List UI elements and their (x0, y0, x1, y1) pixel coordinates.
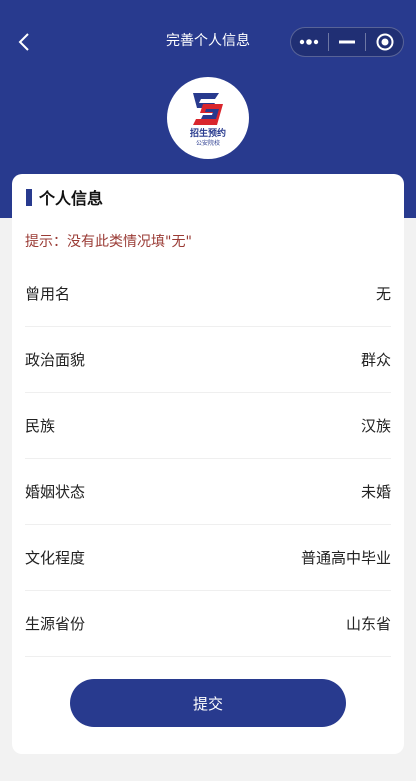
logo-mark-icon (193, 92, 223, 125)
row-political-status[interactable]: 政治面貌 群众 (25, 327, 391, 393)
row-value: 无 (375, 285, 391, 303)
info-rows: 曾用名 无 政治面貌 群众 民族 汉族 婚姻状态 未婚 文化程度 普通高中毕业 … (25, 261, 391, 657)
row-label: 婚姻状态 (25, 483, 86, 501)
row-label: 文化程度 (25, 549, 86, 567)
row-value: 普通高中毕业 (300, 549, 391, 567)
page: 完善个人信息 招生预约 公安院校 个人信息 提示：没有此类情况填"无" 曾用名 … (0, 0, 416, 781)
row-label: 曾用名 (25, 285, 71, 303)
more-dots-icon (300, 39, 319, 45)
hint-text: 提示：没有此类情况填"无" (25, 234, 192, 250)
row-value: 群众 (360, 351, 391, 369)
row-ethnicity[interactable]: 民族 汉族 (25, 393, 391, 459)
row-marital-status[interactable]: 婚姻状态 未婚 (25, 459, 391, 525)
minimize-button[interactable] (329, 28, 366, 56)
row-value: 山东省 (345, 615, 391, 633)
minimize-icon (339, 40, 355, 44)
section-title-text: 个人信息 (39, 189, 104, 208)
target-close-icon (376, 33, 394, 51)
row-value: 未婚 (360, 483, 391, 501)
row-origin-province[interactable]: 生源省份 山东省 (25, 591, 391, 657)
section-accent-bar (26, 188, 32, 206)
row-label: 生源省份 (25, 615, 86, 633)
submit-button[interactable]: 提交 (70, 679, 346, 727)
logo: 招生预约 公安院校 (167, 77, 249, 159)
row-value: 汉族 (360, 417, 391, 435)
mini-program-capsule (290, 27, 404, 57)
personal-info-card: 个人信息 提示：没有此类情况填"无" 曾用名 无 政治面貌 群众 民族 汉族 婚… (12, 174, 404, 754)
close-button[interactable] (366, 28, 403, 56)
logo-subtitle: 公安院校 (195, 139, 220, 147)
row-label: 政治面貌 (25, 351, 86, 369)
row-education[interactable]: 文化程度 普通高中毕业 (25, 525, 391, 591)
logo-name: 招生预约 (189, 128, 226, 139)
row-label: 民族 (25, 417, 56, 435)
section-title: 个人信息 (26, 186, 103, 208)
more-button[interactable] (291, 28, 328, 56)
row-former-name[interactable]: 曾用名 无 (25, 261, 391, 327)
